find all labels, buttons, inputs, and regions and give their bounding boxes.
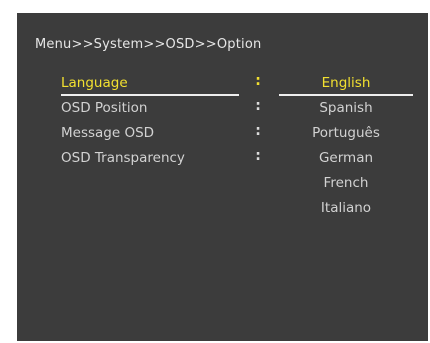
option-italiano[interactable]: Italiano xyxy=(279,198,413,220)
menu-item-label: OSD Position xyxy=(61,100,148,116)
option-label: French xyxy=(323,175,369,191)
option-english[interactable]: English xyxy=(279,73,413,95)
menu-item-osd-position[interactable]: OSD Position xyxy=(61,98,239,120)
option-label: Italiano xyxy=(320,200,372,216)
separator-colon: : xyxy=(255,98,261,114)
menu-item-label: OSD Transparency xyxy=(61,150,185,166)
separator-colon: : xyxy=(255,73,261,89)
selection-underline xyxy=(61,94,239,96)
option-label: Spanish xyxy=(319,100,373,116)
separator-colon: : xyxy=(255,148,261,164)
menu-item-label: Language xyxy=(61,75,128,91)
separator-colon: : xyxy=(255,123,261,139)
menu-item-label: Message OSD xyxy=(61,125,155,141)
option-label: Português xyxy=(312,125,380,141)
menu-item-language[interactable]: Language xyxy=(61,73,239,96)
menu-item-message-osd[interactable]: Message OSD xyxy=(61,123,239,145)
option-label: English xyxy=(321,75,371,91)
option-selection-underline xyxy=(279,94,413,96)
option-label: German xyxy=(318,150,374,166)
option-french[interactable]: French xyxy=(279,173,413,195)
breadcrumb: Menu>>System>>OSD>>Option xyxy=(35,37,262,52)
option-portugues[interactable]: Português xyxy=(279,123,413,145)
osd-panel: Menu>>System>>OSD>>Option Language OSD P… xyxy=(17,13,428,341)
menu-item-osd-transparency[interactable]: OSD Transparency xyxy=(61,148,239,170)
option-spanish[interactable]: Spanish xyxy=(279,98,413,120)
option-german[interactable]: German xyxy=(279,148,413,170)
